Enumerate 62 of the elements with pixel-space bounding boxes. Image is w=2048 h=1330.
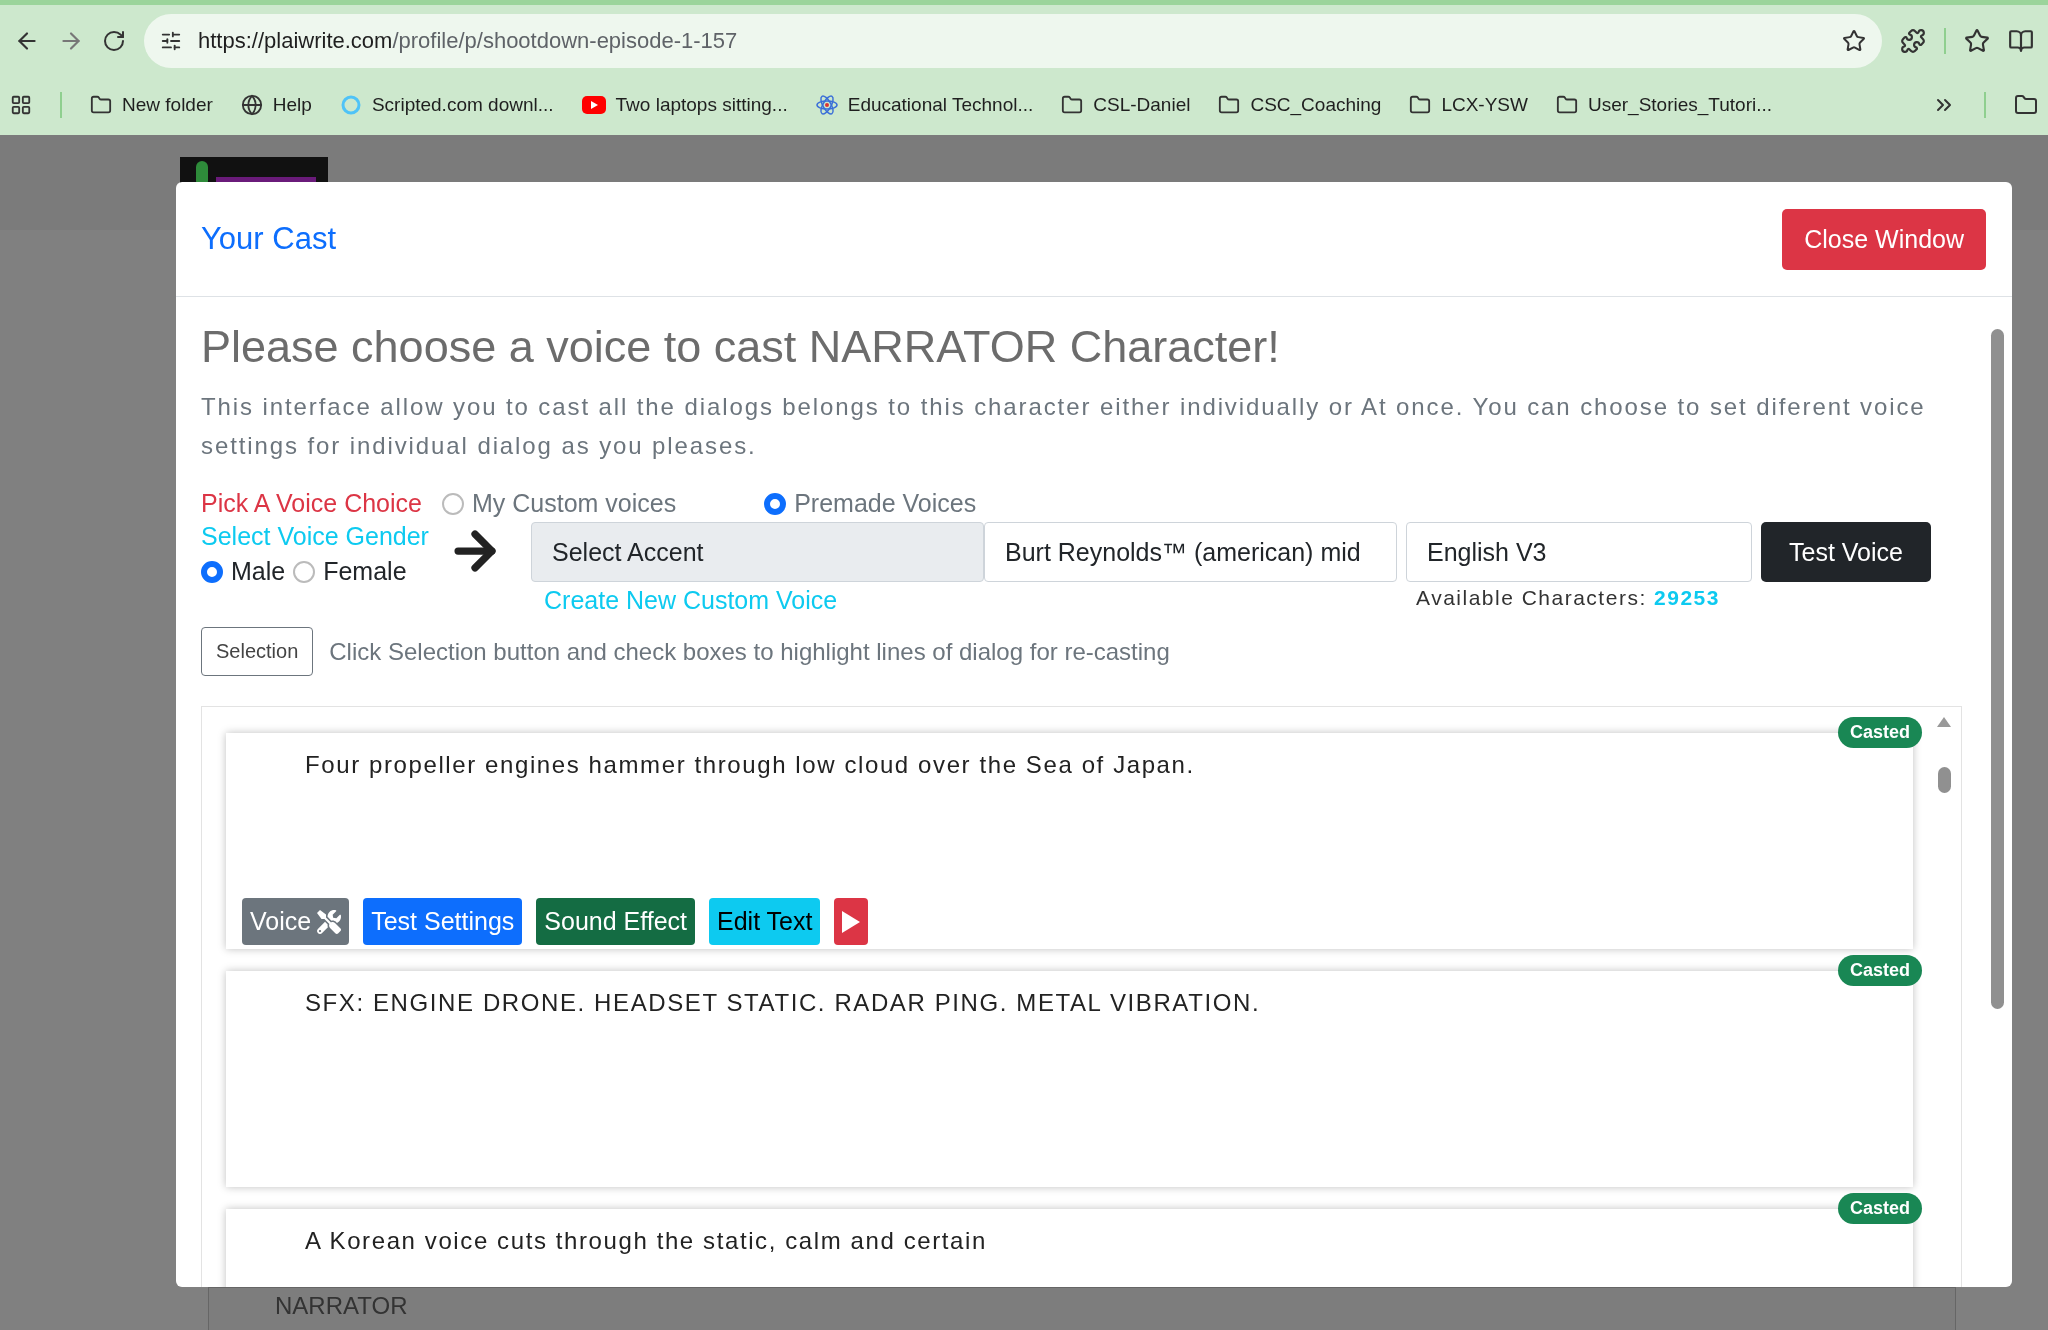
globe-icon: [240, 94, 263, 116]
bookmark-link[interactable]: LCX-YSW: [1409, 94, 1528, 116]
video-icon: [581, 96, 606, 114]
action-button[interactable]: Sound Effect: [536, 898, 695, 945]
bookmark-link[interactable]: Scripted.com downl...: [339, 94, 554, 116]
url-path: /profile/p/shootdown-episode-1-157: [392, 28, 738, 54]
cast-description: This interface allow you to cast all the dialogs belongs to this character either individually or At once. You can choose to set diferent voice settings for individual dialog as you pleases.: [201, 392, 1927, 461]
model-field[interactable]: English V3: [1406, 522, 1752, 582]
dialog-line: SFX: ENGINE DRONE. HEADSET STATIC. RADAR PING. METAL VIBRATION.: [304, 989, 1262, 1017]
folder-icon: [90, 94, 112, 116]
extensions-icon[interactable]: [1900, 28, 1926, 54]
tools-icon: [317, 909, 342, 934]
voice-choice-label: Pick A Voice Choice: [201, 489, 422, 518]
action-button[interactable]: Test Settings: [363, 898, 523, 945]
play-button[interactable]: [834, 898, 869, 945]
action-button[interactable]: Edit Text: [709, 898, 821, 945]
voice-choice-radio[interactable]: My Custom voices: [441, 489, 677, 518]
bookmark-link[interactable]: Help: [240, 94, 312, 116]
accent-select[interactable]: Select Accent: [531, 522, 984, 582]
list-scrollbar-thumb[interactable]: [1938, 767, 1951, 793]
address-bar[interactable]: https://plaiwrite.com/profile/p/shootdown-episode-1-157: [144, 14, 1882, 68]
modal-scrollbar-thumb[interactable]: [1991, 329, 2004, 1009]
gender-label: Select Voice Gender: [201, 522, 430, 551]
dialog-line: A Korean voice cuts through the static, calm and certain: [304, 1227, 988, 1255]
modal-title: Your Cast: [201, 221, 336, 257]
bookmark-link[interactable]: CSL-Daniel: [1061, 94, 1191, 116]
site-settings-icon[interactable]: [160, 30, 182, 52]
action-button[interactable]: Voice: [242, 898, 350, 945]
status-badge: Casted: [1837, 1193, 1922, 1224]
folder-icon: [1409, 94, 1432, 116]
bookmark-link[interactable]: Two laptops sitting...: [581, 94, 788, 116]
gender-radio[interactable]: Female: [293, 557, 407, 586]
close-window-button[interactable]: Close Window: [1782, 208, 1986, 270]
folder-icon: [1555, 94, 1578, 116]
url-host: https://plaiwrite.com: [198, 28, 393, 54]
folder-icon: [1218, 94, 1241, 116]
voice-choice-radio[interactable]: Premade Voices: [764, 489, 977, 518]
bookmark-link[interactable]: User_Stories_Tutori...: [1555, 94, 1773, 116]
reload-icon[interactable]: [102, 29, 126, 53]
available-characters: Available Characters: 29253: [1416, 586, 1720, 611]
play-icon: [842, 910, 861, 933]
selection-button[interactable]: Selection: [201, 627, 314, 676]
test-voice-button[interactable]: Test Voice: [1761, 522, 1931, 582]
favorites-icon[interactable]: [1964, 28, 1990, 54]
atom-icon: [815, 94, 838, 116]
reading-list-icon[interactable]: [2008, 28, 2034, 54]
scroll-up-icon[interactable]: [1937, 717, 1951, 727]
dialog-line: Four propeller engines hammer through low cloud over the Sea of Japan.: [304, 751, 1196, 779]
bookmark-link[interactable]: New folder: [90, 94, 213, 116]
voice-select[interactable]: Burt Reynolds™ (american) mid: [984, 522, 1397, 582]
apps-grid-icon[interactable]: [10, 94, 32, 116]
bookmark-star-icon[interactable]: [1842, 29, 1866, 53]
selection-hint: Click Selection button and check boxes to highlight lines of dialog for re-casting: [329, 637, 1170, 666]
bookmark-link[interactable]: CSC_Coaching: [1218, 94, 1382, 116]
folder-icon[interactable]: [2014, 93, 2038, 117]
bookmark-link[interactable]: Educational Technol...: [815, 94, 1034, 116]
status-badge: Casted: [1837, 955, 1922, 986]
status-badge: Casted: [1837, 717, 1922, 748]
folder-icon: [1061, 94, 1084, 116]
character-name: NARRATOR: [275, 1292, 408, 1320]
gender-radio[interactable]: Male: [201, 557, 286, 586]
cast-heading: Please choose a voice to cast NARRATOR Character!: [201, 321, 1281, 373]
